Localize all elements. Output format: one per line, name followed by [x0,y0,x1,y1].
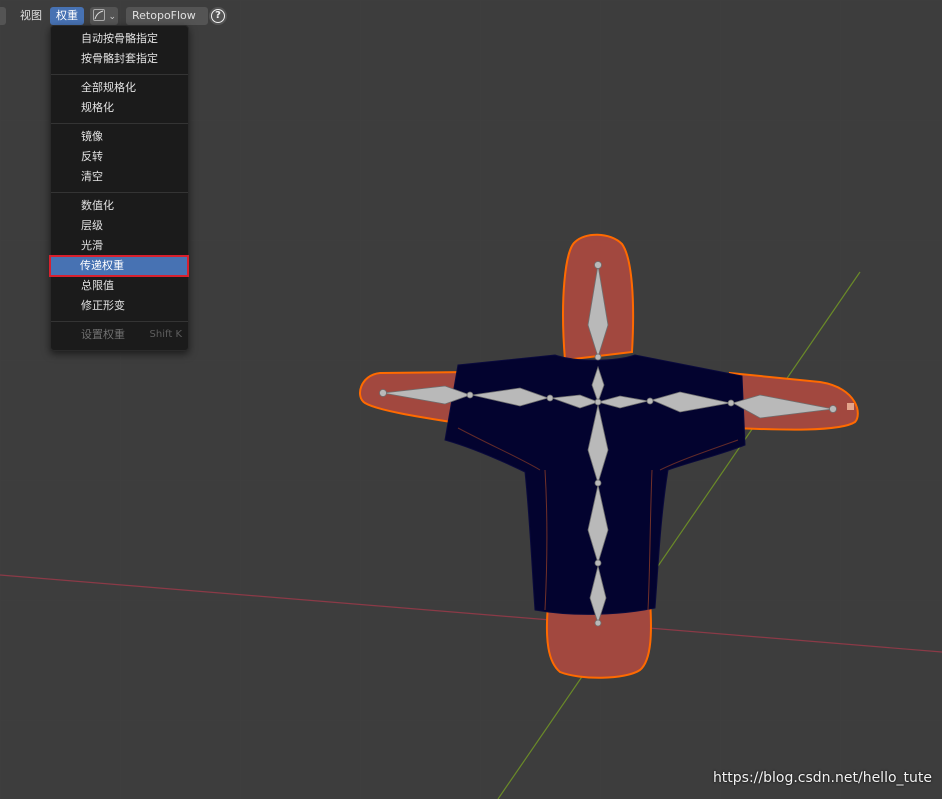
menu-item-quantize[interactable]: 数值化 [51,196,188,216]
help-icon: ? [211,9,225,23]
menu-item-normalize-all[interactable]: 全部规格化 [51,78,188,98]
menu-item-assign-from-bone-envelopes[interactable]: 按骨骼封套指定 [51,49,188,69]
menu-item-fix-deforms[interactable]: 修正形变 [51,296,188,316]
menu-item-label: 设置权重 [81,328,125,341]
menu-separator [51,123,188,124]
menu-item-smooth[interactable]: 光滑 [51,236,188,256]
menu-item-normalize[interactable]: 规格化 [51,98,188,118]
menu-item-levels[interactable]: 层级 [51,216,188,236]
brush-curve-dropdown[interactable]: ⌄ [90,7,118,25]
selected-vertex [847,403,854,410]
watermark-url: https://blog.csdn.net/hello_tute [712,770,932,786]
menu-item-transfer-weights[interactable]: 传递权重 [49,255,189,277]
menu-item-assign-automatic-from-bones[interactable]: 自动按骨骼指定 [51,29,188,49]
menu-item-clean[interactable]: 清空 [51,167,188,187]
retopoflow-menu[interactable]: RetopoFlow ⌄ [126,7,208,40]
editor-type-button[interactable] [0,7,6,25]
weights-dropdown-menu: 自动按骨骼指定 按骨骼封套指定 全部规格化 规格化 镜像 反转 清空 数值化 层… [49,25,189,351]
help-button[interactable]: ? [209,7,227,25]
menu-view[interactable]: 视图 [16,7,46,25]
menu-item-mirror[interactable]: 镜像 [51,127,188,147]
menu-item-set-weight[interactable]: 设置权重 Shift K [51,325,188,345]
chevron-down-icon: ⌄ [108,12,117,22]
menu-item-limit-total[interactable]: 总限值 [51,276,188,296]
menu-separator [51,321,188,322]
shortcut-hint: Shift K [149,329,182,340]
retopoflow-label: RetopoFlow [132,9,196,22]
menu-separator [51,74,188,75]
menu-weights[interactable]: 权重 [50,7,84,25]
menu-separator [51,192,188,193]
curve-icon [93,9,105,21]
menu-item-invert[interactable]: 反转 [51,147,188,167]
